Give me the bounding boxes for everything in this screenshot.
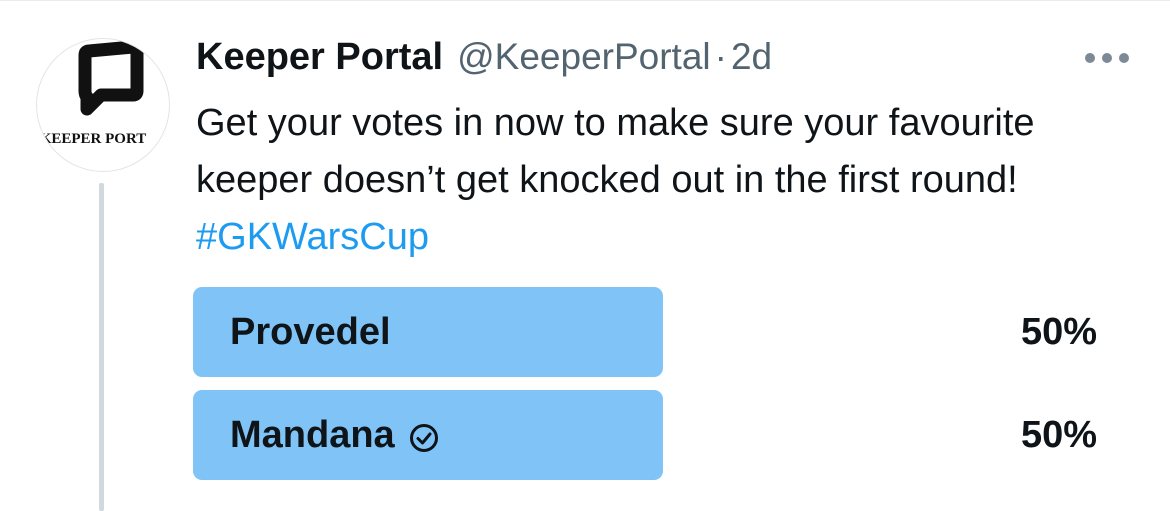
check-circle-icon	[409, 420, 439, 452]
poll-option-provedel[interactable]: Provedel 50%	[193, 287, 1103, 377]
keeper-portal-logo: KEEPER PORT	[40, 40, 147, 147]
poll-option-text: Provedel	[230, 310, 391, 353]
thread-line	[99, 183, 104, 511]
display-name[interactable]: Keeper Portal	[196, 36, 443, 79]
poll-percentage: 50%	[1020, 310, 1097, 353]
timestamp[interactable]: 2d	[731, 36, 772, 78]
more-options-icon[interactable]	[1084, 50, 1130, 66]
poll-option-label: Mandana	[230, 390, 439, 480]
poll-option-mandana[interactable]: Mandana 50%	[193, 390, 1103, 480]
poll-option-label: Provedel	[230, 287, 391, 377]
hashtag-link[interactable]: #GKWarsCup	[196, 216, 429, 258]
tweet: KEEPER PORT Keeper Portal @KeeperPortal …	[0, 0, 1170, 511]
separator-dot: ·	[714, 36, 727, 77]
tweet-body: Get your votes in now to make sure your …	[196, 102, 1035, 201]
poll-percentage: 50%	[1020, 413, 1097, 456]
poll: Provedel 50% Mandana 50%	[193, 287, 1103, 493]
poll-option-text: Mandana	[230, 413, 395, 456]
tweet-text: Get your votes in now to make sure your …	[196, 95, 1126, 266]
logo-text: KEEPER PORT	[40, 131, 147, 147]
divider	[0, 0, 1170, 1]
avatar[interactable]: KEEPER PORT	[36, 38, 170, 172]
tweet-header: Keeper Portal @KeeperPortal · 2d	[196, 36, 772, 88]
user-handle[interactable]: @KeeperPortal	[457, 36, 711, 78]
